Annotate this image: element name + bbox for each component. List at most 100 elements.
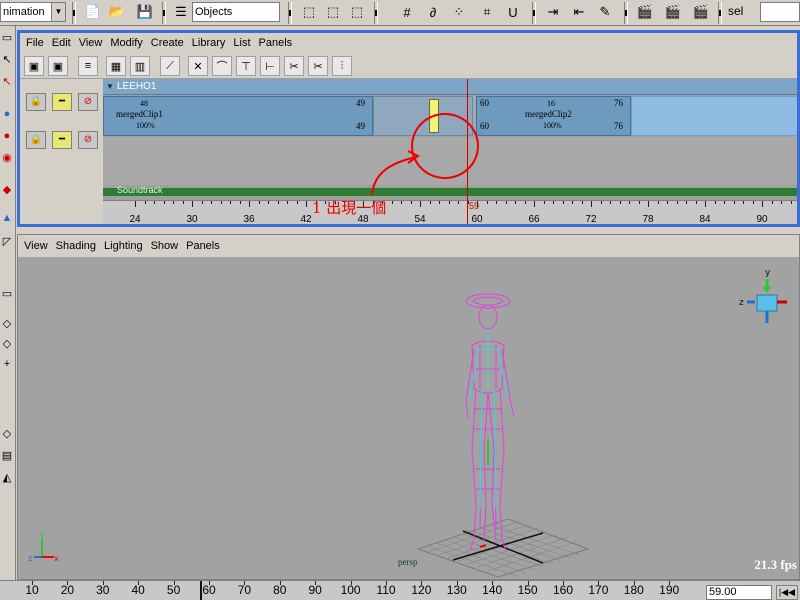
scale-tool-icon[interactable]: ◉ <box>0 150 14 166</box>
svg-text:x: x <box>54 554 59 563</box>
trax-menu-view[interactable]: View <box>79 37 103 49</box>
paint-select-icon[interactable]: ↖ <box>0 74 14 90</box>
select-component-icon[interactable]: ⬚ <box>348 3 366 21</box>
output-ops-icon[interactable]: ⇤ <box>570 3 588 21</box>
magnet-icon[interactable]: U <box>504 3 522 21</box>
slider-label: 170 <box>588 583 609 597</box>
separator <box>374 2 378 24</box>
frame-playback-icon[interactable]: ⊢ <box>260 56 280 76</box>
save-scene-icon[interactable]: 💾 <box>136 3 154 21</box>
time-slider[interactable]: 10 20 30 40 50 60 70 80 90 100 110 120 130 140 150 160 1… <box>0 580 800 600</box>
graph-weight-icon[interactable]: ⌒ <box>212 56 232 76</box>
hypergraph-icon[interactable]: ◇ <box>0 426 14 442</box>
mute-icon[interactable]: ⊘ <box>78 131 98 149</box>
svg-text:z: z <box>739 298 744 308</box>
ruler-minor-tick <box>163 201 165 204</box>
clip-mergedclip2[interactable]: 60 16 76 mergedClip2 60 100% 76 <box>476 96 631 136</box>
ruler-minor-tick <box>657 201 659 204</box>
last-tool-icon[interactable]: ◸ <box>0 234 14 250</box>
trax-menu-modify[interactable]: Modify <box>110 37 142 49</box>
trax-menu-create[interactable]: Create <box>151 37 184 49</box>
soundtrack-label: Soundtrack <box>117 185 163 195</box>
solo-icon[interactable]: ━ <box>52 93 72 111</box>
top-shelf: nimation ▼ 📄 📂 💾 ☰ Objects ⬚ ⬚ ⬚ # ∂ ⁘ ⌗… <box>0 0 800 26</box>
graph-anim-curves-icon[interactable]: ⟋ <box>160 56 180 76</box>
snap-point-icon[interactable]: ⁘ <box>450 3 468 21</box>
rotate-tool-icon[interactable]: ● <box>0 128 14 144</box>
script-editor-icon[interactable]: ▤ <box>0 448 14 464</box>
snap-curve-icon[interactable]: ∂ <box>424 3 442 21</box>
construction-history-icon[interactable]: ✎ <box>596 3 614 21</box>
render-icon[interactable]: 🎬 <box>636 3 654 21</box>
new-scene-icon[interactable]: 📄 <box>84 3 102 21</box>
slider-label: 130 <box>446 583 467 597</box>
select-object-icon[interactable]: ⬚ <box>324 3 342 21</box>
merge-clip-icon[interactable]: ⫶ <box>332 56 352 76</box>
slider-label: 140 <box>482 583 503 597</box>
trax-menu-list[interactable]: List <box>233 37 250 49</box>
move-tool-icon[interactable]: ● <box>0 106 14 122</box>
viewport-menu-lighting[interactable]: Lighting <box>104 240 143 252</box>
trax-menu-library[interactable]: Library <box>192 37 226 49</box>
snap-view-icon[interactable]: ⌗ <box>478 3 496 21</box>
snap-grid-icon[interactable]: # <box>398 3 416 21</box>
render-settings-icon[interactable]: 🎬 <box>692 3 710 21</box>
single-view-icon[interactable]: ▭ <box>0 286 14 302</box>
soundtrack-header[interactable]: Soundtrack <box>103 185 797 196</box>
character-mesh[interactable] <box>458 289 528 561</box>
chevron-down-icon[interactable]: ▼ <box>51 3 65 21</box>
soft-mod-icon[interactable]: ▲ <box>0 210 14 226</box>
split-clip-icon[interactable]: ✂ <box>284 56 304 76</box>
current-frame-field[interactable]: 59.00 <box>706 585 772 600</box>
persp-outliner-icon[interactable]: ◇ <box>0 336 14 352</box>
open-scene-icon[interactable]: 📂 <box>108 3 126 21</box>
lasso-tool-icon[interactable]: ↖ <box>0 52 14 68</box>
load-selected-icon[interactable]: ▣ <box>24 56 44 76</box>
trax-layout-icon[interactable]: ◭ <box>0 470 14 486</box>
trax-time-ruler[interactable]: 24 30 36 42 48 54 60 66 72 78 84 90 <box>103 200 797 225</box>
go-to-start-icon[interactable]: |◀◀ <box>776 585 798 600</box>
list-view-icon[interactable]: ≡ <box>78 56 98 76</box>
lock-icon[interactable]: 🔒 <box>26 131 46 149</box>
four-view-icon[interactable]: ◇ <box>0 316 14 332</box>
viewport-scene[interactable]: y z y x z persp 21.3 fps <box>18 257 799 579</box>
solo-icon[interactable]: ━ <box>52 131 72 149</box>
ruler-label: 36 <box>243 214 255 225</box>
create-pose-icon[interactable]: ▥ <box>130 56 150 76</box>
select-hierarchy-icon[interactable]: ⬚ <box>300 3 318 21</box>
ruler-minor-tick <box>239 201 241 204</box>
slider-label: 180 <box>623 583 644 597</box>
character-header[interactable]: LEEHO1 <box>103 79 797 95</box>
sel-input[interactable] <box>760 2 800 22</box>
trax-menu-file[interactable]: File <box>26 37 44 49</box>
load-character-icon[interactable]: ▣ <box>48 56 68 76</box>
selection-mode-dropdown[interactable]: Objects <box>192 2 280 22</box>
selection-mode-icon[interactable]: ☰ <box>172 3 190 21</box>
viewport-menu-panels[interactable]: Panels <box>186 240 220 252</box>
ruler-label: 54 <box>414 214 426 225</box>
trax-menu-edit[interactable]: Edit <box>52 37 71 49</box>
slider-label: 150 <box>517 583 538 597</box>
viewport-menubar: View Shading Lighting Show Panels <box>18 235 799 257</box>
viewport-menu-shading[interactable]: Shading <box>56 240 96 252</box>
trax-menu-panels[interactable]: Panels <box>259 37 293 49</box>
manipulator-tool-icon[interactable]: ◆ <box>0 182 14 198</box>
frame-all-icon[interactable]: ⊤ <box>236 56 256 76</box>
clip-mergedclip1[interactable]: 48 49 mergedClip1 100% 49 <box>103 96 373 136</box>
ipr-render-icon[interactable]: 🎬 <box>664 3 682 21</box>
blend-clip-icon[interactable]: ✂ <box>308 56 328 76</box>
slider-label: 100 <box>340 583 361 597</box>
lock-icon[interactable]: 🔒 <box>26 93 46 111</box>
input-ops-icon[interactable]: ⇥ <box>544 3 562 21</box>
viewport-menu-view[interactable]: View <box>24 240 48 252</box>
viewport-menu-show[interactable]: Show <box>151 240 179 252</box>
select-tool-icon[interactable]: ▭ <box>0 30 14 46</box>
menu-mode-dropdown[interactable]: nimation ▼ <box>0 2 66 22</box>
create-clip-icon[interactable]: ▦ <box>106 56 126 76</box>
view-cube-icon[interactable]: y z <box>737 265 797 335</box>
insert-key-icon[interactable]: ✕ <box>188 56 208 76</box>
ruler-minor-tick <box>182 201 184 204</box>
persp-graph-icon[interactable]: + <box>0 356 14 372</box>
slider-current-marker[interactable] <box>200 581 202 600</box>
mute-icon[interactable]: ⊘ <box>78 93 98 111</box>
